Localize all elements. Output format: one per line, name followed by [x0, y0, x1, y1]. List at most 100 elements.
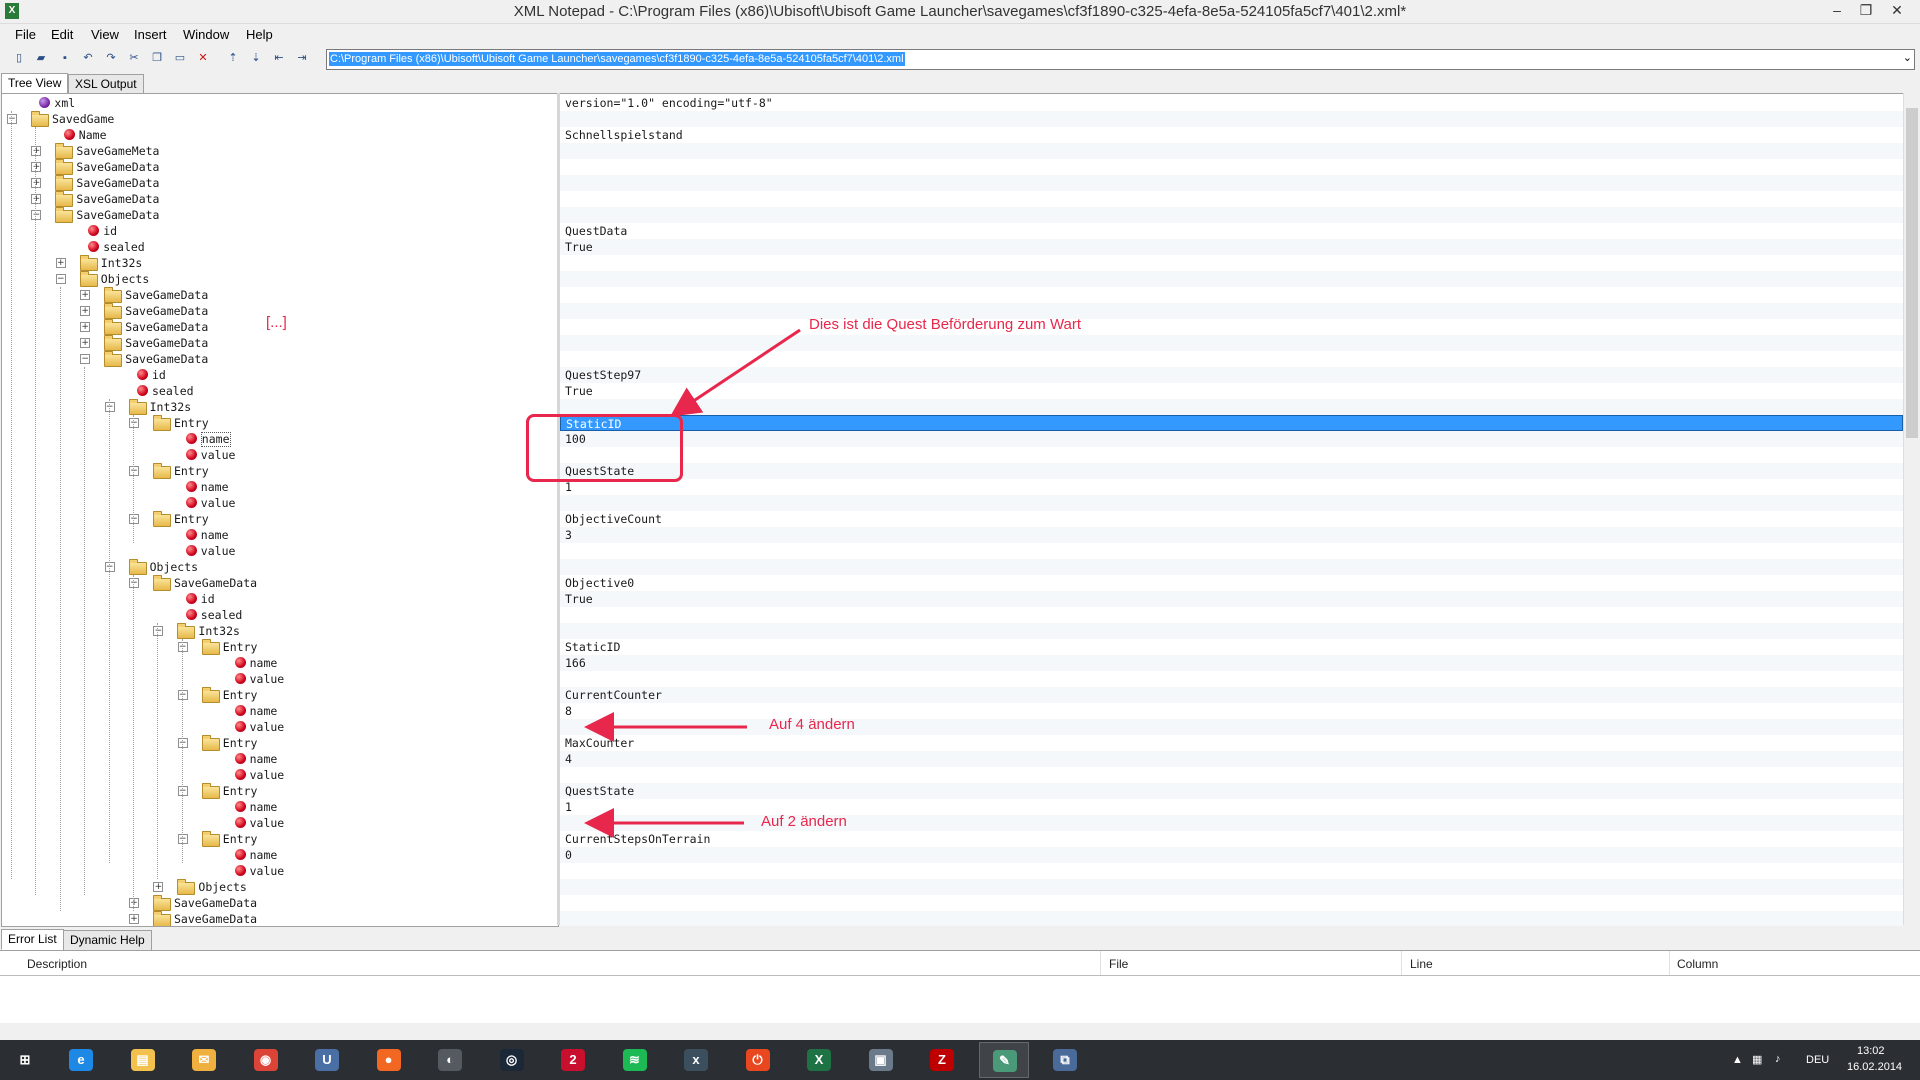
- tree-node-label[interactable]: name: [250, 847, 278, 863]
- column-description[interactable]: Description: [27, 957, 87, 971]
- value-row[interactable]: QuestState: [560, 463, 1903, 479]
- value-row[interactable]: [560, 559, 1903, 575]
- expand-icon[interactable]: +: [80, 338, 91, 348]
- close-button[interactable]: ✕: [1882, 0, 1912, 21]
- tree-node-label[interactable]: SaveGameData: [174, 911, 257, 926]
- tree-attribute[interactable]: value: [2, 671, 558, 687]
- value-row[interactable]: [560, 543, 1903, 559]
- tree-node-label[interactable]: Name: [79, 127, 107, 143]
- collapse-icon[interactable]: −: [7, 114, 17, 124]
- expand-icon[interactable]: +: [129, 914, 139, 924]
- menu-insert[interactable]: Insert: [134, 27, 167, 42]
- value-row[interactable]: [560, 719, 1903, 735]
- value-row[interactable]: [560, 863, 1903, 879]
- tree-node-label[interactable]: value: [250, 767, 285, 783]
- tree-node-label[interactable]: SaveGameData: [125, 335, 208, 351]
- tree-node-label[interactable]: value: [250, 815, 285, 831]
- tray-overflow-icon[interactable]: ▲: [1732, 1054, 1743, 1066]
- value-row[interactable]: CurrentStepsOnTerrain: [560, 831, 1903, 847]
- value-row[interactable]: [560, 911, 1903, 926]
- taskbar-button[interactable]: U: [302, 1042, 352, 1078]
- value-row[interactable]: 8: [560, 703, 1903, 719]
- taskbar-button[interactable]: ◎: [487, 1042, 537, 1078]
- tree-node[interactable]: + Int32s: [2, 255, 558, 271]
- tree-node-label[interactable]: Entry: [174, 463, 209, 479]
- tree-node[interactable]: − Entry: [2, 735, 558, 751]
- column-separator[interactable]: [1401, 951, 1402, 975]
- tree-node[interactable]: − Entry: [2, 463, 558, 479]
- tree-attribute[interactable]: value: [2, 767, 558, 783]
- tree-attribute[interactable]: value: [2, 495, 558, 511]
- tree-node-label[interactable]: id: [103, 223, 117, 239]
- tree-node-label[interactable]: Entry: [223, 783, 258, 799]
- expand-icon[interactable]: +: [31, 146, 42, 156]
- open-folder-icon[interactable]: ▰: [34, 51, 48, 65]
- tree-attribute[interactable]: name: [2, 655, 558, 671]
- tree-node-label[interactable]: value: [250, 863, 285, 879]
- taskbar-button[interactable]: Z: [917, 1042, 967, 1078]
- tree-node-label[interactable]: xml: [54, 95, 75, 111]
- menu-file[interactable]: File: [15, 27, 36, 42]
- tree-node[interactable]: − Entry: [2, 687, 558, 703]
- value-row[interactable]: [560, 671, 1903, 687]
- tree-attribute[interactable]: id: [2, 223, 558, 239]
- taskbar-button[interactable]: ▣: [856, 1042, 906, 1078]
- tree-node[interactable]: + SaveGameData: [2, 287, 558, 303]
- collapse-icon[interactable]: −: [153, 626, 164, 636]
- tree-node[interactable]: + Objects: [2, 879, 558, 895]
- tree-node-label[interactable]: Entry: [223, 639, 258, 655]
- taskbar-button[interactable]: X: [794, 1042, 844, 1078]
- tree-node-label[interactable]: value: [250, 671, 285, 687]
- column-line[interactable]: Line: [1410, 957, 1433, 971]
- clock-date[interactable]: 16.02.2014: [1847, 1061, 1902, 1073]
- vertical-scrollbar[interactable]: [1903, 93, 1920, 925]
- taskbar-button[interactable]: ◉: [241, 1042, 291, 1078]
- tree-node[interactable]: − Entry: [2, 639, 558, 655]
- taskbar-button[interactable]: ⏻: [733, 1042, 783, 1078]
- tree-attribute[interactable]: value: [2, 863, 558, 879]
- taskbar-button[interactable]: ⊞: [0, 1042, 50, 1078]
- value-row[interactable]: QuestState: [560, 783, 1903, 799]
- value-row[interactable]: True: [560, 383, 1903, 399]
- value-row[interactable]: [560, 191, 1903, 207]
- tree-node-label[interactable]: name: [250, 655, 278, 671]
- tab-dynamic-help[interactable]: Dynamic Help: [63, 930, 152, 951]
- tree-node[interactable]: − SavedGame: [2, 111, 558, 127]
- tree-node-label[interactable]: sealed: [201, 607, 243, 623]
- value-row[interactable]: 3: [560, 527, 1903, 543]
- collapse-icon[interactable]: −: [55, 274, 66, 284]
- network-icon[interactable]: ▦: [1752, 1053, 1762, 1066]
- tree-node-label[interactable]: value: [201, 543, 236, 559]
- expand-icon[interactable]: +: [80, 322, 91, 332]
- collapse-icon[interactable]: −: [129, 514, 139, 524]
- value-row[interactable]: [560, 175, 1903, 191]
- value-row[interactable]: ObjectiveCount: [560, 511, 1903, 527]
- collapse-icon[interactable]: −: [177, 690, 188, 700]
- volume-icon[interactable]: ♪: [1775, 1053, 1781, 1065]
- value-row[interactable]: [560, 495, 1903, 511]
- tree-attribute[interactable]: sealed: [2, 383, 558, 399]
- value-row[interactable]: [560, 767, 1903, 783]
- tree-node[interactable]: + SaveGameData: [2, 895, 558, 911]
- tree-node-label[interactable]: id: [152, 367, 166, 383]
- tree-node-label[interactable]: Entry: [223, 831, 258, 847]
- value-row[interactable]: Schnellspielstand: [560, 127, 1903, 143]
- tree-attribute[interactable]: name: [2, 431, 558, 447]
- tree-node-label[interactable]: Objects: [101, 271, 149, 287]
- tree-node-label[interactable]: SaveGameData: [76, 175, 159, 191]
- value-row[interactable]: MaxCounter: [560, 735, 1903, 751]
- path-text[interactable]: C:\Program Files (x86)\Ubisoft\Ubisoft G…: [329, 52, 905, 66]
- language-indicator[interactable]: DEU: [1806, 1054, 1829, 1066]
- cut-icon[interactable]: ✂: [127, 51, 141, 65]
- value-row[interactable]: 166: [560, 655, 1903, 671]
- expand-icon[interactable]: +: [31, 162, 42, 172]
- copy-icon[interactable]: ❐: [150, 51, 164, 65]
- redo-icon[interactable]: ↷: [104, 51, 118, 65]
- tree-node[interactable]: + SaveGameData: [2, 191, 558, 207]
- expand-icon[interactable]: +: [31, 194, 42, 204]
- value-row[interactable]: [560, 351, 1903, 367]
- tree-node-label[interactable]: SavedGame: [52, 111, 114, 127]
- value-row[interactable]: [560, 143, 1903, 159]
- collapse-icon[interactable]: −: [104, 402, 115, 412]
- tree-attribute[interactable]: value: [2, 543, 558, 559]
